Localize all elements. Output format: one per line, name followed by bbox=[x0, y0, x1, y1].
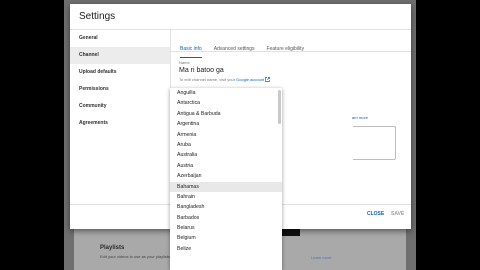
country-option[interactable]: Argentina bbox=[170, 119, 282, 129]
description-textarea[interactable] bbox=[353, 126, 396, 160]
country-option[interactable]: Azerbaijan bbox=[170, 171, 282, 181]
country-option[interactable]: Bahamas bbox=[170, 181, 282, 192]
background-learn-more-link[interactable]: Learn more bbox=[311, 255, 331, 260]
sidebar-item-permissions[interactable]: Permissions bbox=[70, 81, 170, 98]
google-account-link[interactable]: Google account bbox=[236, 77, 264, 82]
country-option[interactable]: Armenia bbox=[170, 130, 282, 140]
sidebar-item-agreements[interactable]: Agreements bbox=[70, 115, 170, 132]
learn-more-link[interactable]: arn more bbox=[352, 115, 368, 120]
dropdown-scrollbar[interactable] bbox=[278, 90, 281, 124]
close-button[interactable]: CLOSE bbox=[367, 211, 384, 217]
sidebar-item-channel[interactable]: Channel bbox=[70, 47, 170, 64]
country-options: Anguilla Antarctica Antigua & Barbuda Argen… bbox=[170, 88, 282, 254]
channel-name-value: Ma ri batoo ga bbox=[179, 67, 224, 74]
playlists-description: Edit your videos to use as your playlist… bbox=[100, 254, 171, 259]
country-option[interactable]: Antigua & Barbuda bbox=[170, 109, 282, 119]
save-button[interactable]: SAVE bbox=[391, 211, 404, 217]
country-option[interactable]: Belize bbox=[170, 244, 282, 254]
country-option[interactable]: Belgium bbox=[170, 233, 282, 243]
sidebar-item-upload-defaults[interactable]: Upload defaults bbox=[70, 64, 170, 81]
tab-basic-info[interactable]: Basic info bbox=[180, 46, 202, 58]
external-link-icon[interactable] bbox=[265, 77, 270, 83]
dialog-title: Settings bbox=[79, 11, 116, 22]
name-label: Name bbox=[179, 60, 190, 65]
country-option[interactable]: Belarus bbox=[170, 223, 282, 233]
country-option[interactable]: Aruba bbox=[170, 140, 282, 150]
channel-tabs: Basic info Advanced settings Feature eligi… bbox=[180, 37, 316, 58]
country-option[interactable]: Bahrain bbox=[170, 192, 282, 202]
country-option[interactable]: Barbados bbox=[170, 213, 282, 223]
playlists-heading: Playlists bbox=[100, 245, 125, 251]
name-hint-text: To edit channel name, visit your bbox=[179, 77, 237, 83]
tabs-divider bbox=[170, 51, 411, 52]
sidebar-item-community[interactable]: Community bbox=[70, 98, 170, 115]
country-option[interactable]: Anguilla bbox=[170, 88, 282, 98]
country-option[interactable]: Bangladesh bbox=[170, 202, 282, 212]
sidebar-item-general[interactable]: General bbox=[70, 30, 170, 47]
settings-sidebar: General Channel Upload defaults Permissi… bbox=[70, 30, 171, 204]
country-option[interactable]: Australia bbox=[170, 150, 282, 160]
name-hint: To edit channel name, visit your Google … bbox=[179, 77, 270, 83]
country-dropdown-list[interactable]: Anguilla Antarctica Antigua & Barbuda Argen… bbox=[170, 88, 282, 270]
country-option[interactable]: Antarctica bbox=[170, 98, 282, 108]
country-option[interactable]: Austria bbox=[170, 161, 282, 171]
